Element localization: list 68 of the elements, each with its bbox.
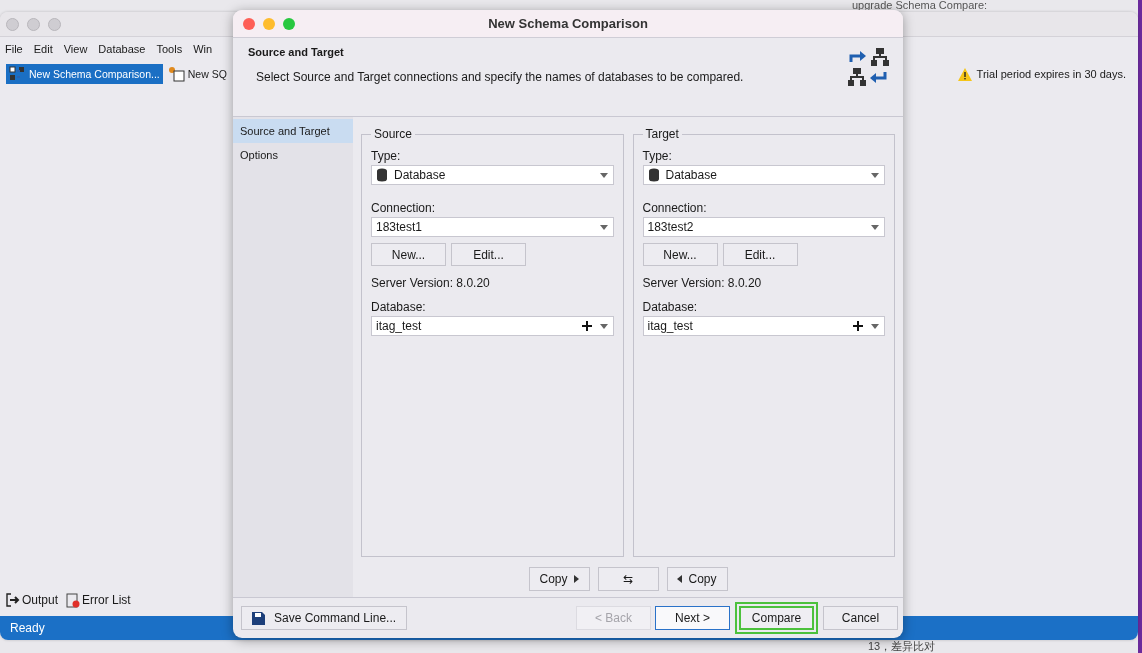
caret-icon (599, 172, 608, 178)
close-button[interactable] (243, 18, 255, 30)
plus-icon (853, 321, 863, 331)
dialog-button[interactable]: Cancel (823, 606, 898, 630)
close-button[interactable] (6, 17, 19, 31)
plus-icon (581, 321, 592, 331)
field-label: Database: (371, 300, 427, 314)
connection-dropdown[interactable]: 183test1 (371, 217, 614, 237)
field-label: Connection: (642, 201, 708, 215)
page-title: Source and Target (248, 46, 345, 58)
warning-icon (957, 67, 972, 81)
menu-item[interactable]: File (5, 43, 23, 55)
caret-icon (871, 172, 879, 178)
status-text: Ready (10, 621, 45, 635)
field-label: Database: (642, 300, 699, 314)
left-arrow-icon (677, 575, 683, 583)
database-name-field[interactable]: itag_test (371, 316, 614, 336)
right-arrow-icon (573, 575, 579, 583)
trial-notice: Trial period expires in 30 days. (976, 68, 1126, 80)
field-label: Type: (371, 149, 402, 163)
copy-button[interactable]: Copy (528, 567, 590, 591)
caret-icon (599, 323, 608, 329)
menu-item[interactable]: Win (193, 43, 213, 55)
schema-icon (9, 66, 27, 82)
group-title: Source (373, 127, 414, 141)
type-dropdown[interactable]: Database (642, 165, 885, 185)
dialog-button[interactable]: Next > (655, 606, 730, 630)
new-connection-button[interactable]: New... (642, 243, 718, 266)
document-tab[interactable]: New SQ (164, 64, 230, 84)
menu-item[interactable]: View (63, 43, 88, 55)
database-icon (647, 168, 660, 182)
edit-connection-button[interactable]: Edit... (451, 243, 526, 266)
caret-icon (871, 323, 879, 329)
caret-icon (871, 224, 879, 230)
connection-dropdown[interactable]: 183test2 (642, 217, 885, 237)
type-dropdown[interactable]: Database (371, 165, 614, 185)
edit-connection-button[interactable]: Edit... (722, 243, 798, 266)
database-name-field[interactable]: itag_test (642, 316, 885, 336)
copy-button[interactable]: Copy (666, 567, 728, 591)
database-icon (376, 168, 388, 182)
server-version: Server Version: 8.0.20 (642, 276, 763, 290)
zoom-button[interactable] (283, 18, 295, 30)
server-version: Server Version: 8.0.20 (371, 276, 491, 290)
minimize-button[interactable] (27, 17, 40, 31)
output-icon (6, 593, 20, 607)
sidebar-item[interactable]: Options (233, 143, 353, 167)
menu-item[interactable]: Tools (156, 43, 183, 55)
swap-button[interactable]: ⇆ (597, 567, 659, 591)
menu-item[interactable]: Database (98, 43, 146, 55)
new-connection-button[interactable]: New... (371, 243, 446, 266)
save-command-line-button[interactable]: Save Command Line... (241, 606, 408, 630)
document-tab[interactable]: New Schema Comparison... (6, 64, 163, 84)
clipboard-error-icon (66, 592, 81, 608)
sidebar-item[interactable]: Source and Target (233, 119, 353, 143)
panel-tab[interactable]: Error List (66, 592, 131, 608)
document-text: upgrade Schema Compare: (852, 0, 988, 11)
document-text: 13，差异比对 (868, 640, 936, 653)
menu-item[interactable]: Edit (33, 43, 53, 55)
window-title: New Schema Comparison (488, 16, 648, 31)
new-query-icon (167, 66, 186, 82)
group-title: Target (644, 127, 680, 141)
caret-icon (599, 224, 608, 230)
page-description: Select Source and Target connections and specify the names of databases to be compared. (255, 70, 744, 84)
panel-tab[interactable]: Output (6, 592, 59, 608)
zoom-button[interactable] (48, 17, 61, 31)
field-label: Type: (642, 149, 673, 163)
minimize-button[interactable] (263, 18, 275, 30)
field-label: Connection: (371, 201, 437, 215)
